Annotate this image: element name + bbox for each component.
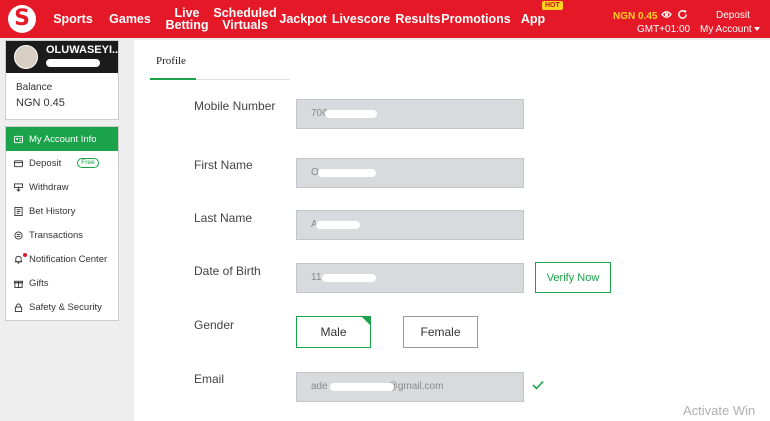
user-card: OLUWASEYI... Balance NGN 0.45 — [5, 40, 122, 120]
refresh-icon[interactable] — [677, 9, 688, 20]
windows-activation-watermark: Activate Win — [683, 403, 756, 418]
date-of-birth-value: 11 — [311, 272, 322, 283]
verify-now-button[interactable]: Verify Now — [535, 262, 611, 293]
hot-badge: HOT — [542, 1, 563, 10]
email-label: Email — [194, 372, 225, 386]
sidebar-item-notification-center[interactable]: Notification Center — [6, 247, 118, 271]
nav-promotions[interactable]: Promotions — [441, 0, 510, 38]
withdraw-icon — [14, 182, 23, 192]
timezone-label: GMT+01:00 — [637, 24, 691, 35]
sidebar-item-label: Bet History — [29, 205, 76, 217]
tab-active-indicator — [150, 78, 196, 80]
sidebar-item-label: Withdraw — [29, 181, 69, 193]
redaction-mark — [318, 169, 376, 177]
sidebar-item-label: Safety & Security — [29, 301, 102, 313]
user-card-header: OLUWASEYI... — [6, 41, 122, 73]
card-icon — [14, 159, 23, 167]
user-card-icon — [14, 135, 23, 143]
last-name-label: Last Name — [194, 211, 253, 225]
header-balance: NGN 0.45 — [613, 11, 658, 22]
nav-live-betting[interactable]: Live Betting — [156, 0, 218, 38]
notification-dot — [23, 253, 27, 257]
redaction-mark — [330, 383, 394, 391]
tab-profile[interactable]: Profile — [156, 55, 186, 67]
sidebar-item-label: Deposit — [29, 157, 62, 169]
chevron-down-icon[interactable] — [754, 27, 760, 31]
first-name-label: First Name — [194, 158, 253, 172]
account-side-menu: My Account Info Deposit Free Withdraw Be… — [5, 126, 119, 321]
balance-value: NGN 0.45 — [16, 97, 65, 109]
bell-icon — [14, 255, 23, 264]
sidebar-item-transactions[interactable]: Transactions — [6, 223, 118, 247]
email-prefix: ade — [311, 381, 328, 392]
sidebar-item-bet-history[interactable]: Bet History — [6, 199, 118, 223]
redaction-mark — [325, 110, 377, 118]
selected-corner-mark — [362, 317, 370, 325]
header-deposit-link[interactable]: Deposit — [716, 10, 750, 21]
username: OLUWASEYI... — [46, 44, 122, 56]
lock-icon — [14, 302, 23, 312]
balance-label: Balance — [16, 82, 53, 93]
date-of-birth-label: Date of Birth — [194, 264, 261, 278]
free-badge: Free — [77, 158, 99, 168]
gift-icon — [14, 280, 23, 288]
nav-games[interactable]: Games — [108, 0, 152, 38]
nav-results[interactable]: Results — [395, 0, 440, 38]
sidebar-item-label: Transactions — [29, 229, 84, 241]
nav-jackpot[interactable]: Jackpot — [279, 0, 326, 38]
eye-icon[interactable] — [661, 10, 672, 19]
gender-male-label: Male — [320, 325, 347, 339]
sidebar-item-gifts[interactable]: Gifts — [6, 271, 118, 295]
checkmark-icon — [532, 380, 544, 390]
sidebar-item-label: Notification Center — [29, 253, 108, 265]
gender-male-option[interactable]: Male — [296, 316, 371, 348]
avatar[interactable] — [14, 45, 38, 69]
gender-female-label: Female — [420, 325, 461, 339]
transactions-icon — [14, 230, 23, 240]
sidebar-item-deposit[interactable]: Deposit Free — [6, 151, 118, 175]
gender-female-option[interactable]: Female — [403, 316, 478, 348]
nav-scheduled-virtuals[interactable]: Scheduled Virtuals — [213, 0, 276, 38]
mobile-number-label: Mobile Number — [194, 99, 276, 113]
gender-label: Gender — [194, 318, 235, 332]
email-suffix: @gmail.com — [387, 381, 444, 392]
sidebar-item-label: Gifts — [29, 277, 49, 289]
sidebar-item-withdraw[interactable]: Withdraw — [6, 175, 118, 199]
history-icon — [14, 206, 23, 216]
sportybet-logo[interactable]: S — [8, 5, 36, 33]
my-account-menu[interactable]: My Account — [700, 24, 752, 35]
sidebar-item-safety-security[interactable]: Safety & Security — [6, 295, 118, 319]
nav-livescore[interactable]: Livescore — [332, 0, 390, 38]
sidebar-item-label: My Account Info — [29, 133, 97, 145]
sidebar-item-my-account-info[interactable]: My Account Info — [6, 127, 118, 151]
nav-sports[interactable]: Sports — [52, 0, 94, 38]
redaction-mark — [46, 59, 100, 67]
top-nav-bar: S Sports Games Live Betting Scheduled Vi… — [0, 0, 770, 38]
redaction-mark — [322, 274, 376, 282]
redaction-mark — [316, 221, 360, 229]
